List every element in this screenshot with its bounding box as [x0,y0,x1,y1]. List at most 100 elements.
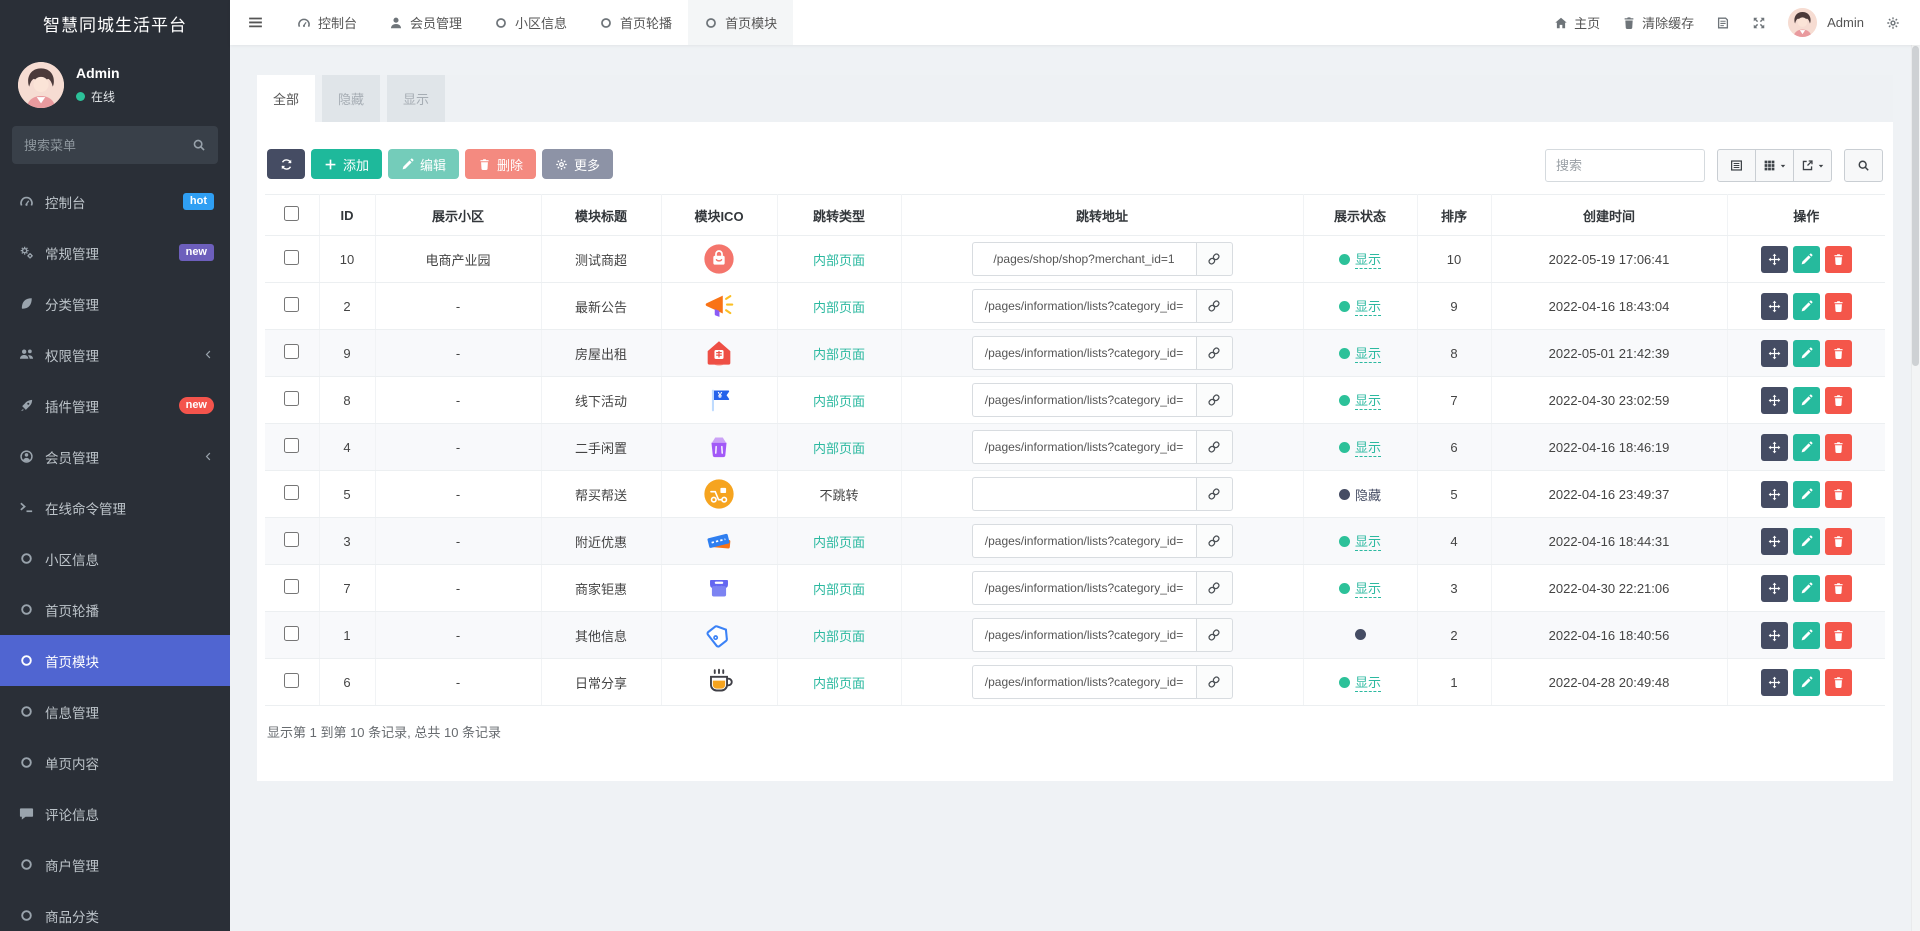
status-dot[interactable] [1354,628,1366,640]
sidebar-item-3[interactable]: 分类管理 [0,278,230,329]
jump-url-input[interactable] [971,665,1196,699]
link-button[interactable] [1195,336,1233,370]
sidebar-item-14[interactable]: 商户管理 [0,839,230,890]
status-label[interactable]: 显示 [1354,531,1381,551]
delete-row-button[interactable] [1824,245,1852,273]
status-label[interactable]: 显示 [1354,578,1381,598]
sidebar-item-15[interactable]: 商品分类 [0,890,230,931]
columns-button[interactable] [1755,149,1794,182]
home-link[interactable]: 主页 [1554,13,1600,32]
clear-cache-button[interactable]: 清除缓存 [1622,13,1694,32]
add-button[interactable]: 添加 [311,149,383,179]
status-label[interactable]: 显示 [1354,437,1381,457]
delete-row-button[interactable] [1824,339,1852,367]
status-label[interactable]: 显示 [1354,390,1381,410]
topbar-avatar[interactable] [1788,8,1818,37]
row-checkbox[interactable] [284,250,300,265]
fullscreen-button[interactable] [1752,16,1766,30]
row-checkbox[interactable] [284,297,300,312]
topbar-tab-5[interactable]: 首页模块 [688,0,794,45]
search-button[interactable] [1844,149,1883,182]
settings-gear-button[interactable] [1886,16,1900,30]
status-label[interactable]: 显示 [1354,296,1381,316]
export-button[interactable] [1793,149,1832,182]
drag-button[interactable] [1760,245,1788,273]
delete-row-button[interactable] [1824,621,1852,649]
jump-url-input[interactable] [971,618,1196,652]
edit-row-button[interactable] [1792,574,1820,602]
status-label[interactable]: 显示 [1354,343,1381,363]
row-checkbox[interactable] [284,626,300,641]
jump-url-input[interactable] [971,524,1196,558]
status-label[interactable]: 显示 [1354,249,1381,269]
jump-url-input[interactable] [971,383,1196,417]
jump-url-input[interactable] [971,430,1196,464]
sidebar-item-6[interactable]: 会员管理 [0,431,230,482]
jump-url-input[interactable] [971,336,1196,370]
search-icon[interactable] [192,138,206,152]
sidebar-item-11[interactable]: 信息管理 [0,686,230,737]
menu-toggle-button[interactable] [230,0,281,45]
topbar-tab-2[interactable]: 会员管理 [373,0,478,45]
scrollbar-thumb[interactable] [1912,46,1919,366]
row-checkbox[interactable] [284,344,300,359]
delete-row-button[interactable] [1824,668,1852,696]
sidebar-item-10[interactable]: 首页模块 [0,635,230,686]
sidebar-item-8[interactable]: 小区信息 [0,533,230,584]
sidebar-item-4[interactable]: 权限管理 [0,329,230,380]
document-button[interactable] [1716,16,1730,30]
sidebar-item-9[interactable]: 首页轮播 [0,584,230,635]
edit-row-button[interactable] [1792,480,1820,508]
drag-button[interactable] [1760,668,1788,696]
sidebar-item-12[interactable]: 单页内容 [0,737,230,788]
row-checkbox[interactable] [284,391,300,406]
link-button[interactable] [1195,242,1233,276]
sidebar-search-input[interactable] [24,137,192,153]
link-button[interactable] [1195,524,1233,558]
avatar[interactable] [18,62,64,108]
select-all-checkbox[interactable] [284,206,300,221]
detail-view-button[interactable] [1717,149,1756,182]
delete-row-button[interactable] [1824,292,1852,320]
scrollbar-track[interactable] [1911,0,1920,931]
delete-row-button[interactable] [1824,480,1852,508]
delete-row-button[interactable] [1824,386,1852,414]
link-button[interactable] [1195,665,1233,699]
edit-button[interactable]: 编辑 [388,149,460,179]
delete-row-button[interactable] [1824,574,1852,602]
drag-button[interactable] [1760,292,1788,320]
link-button[interactable] [1195,477,1233,511]
row-checkbox[interactable] [284,485,300,500]
delete-row-button[interactable] [1824,433,1852,461]
edit-row-button[interactable] [1792,433,1820,461]
delete-row-button[interactable] [1824,527,1852,555]
edit-row-button[interactable] [1792,339,1820,367]
jump-url-input[interactable] [971,289,1196,323]
link-button[interactable] [1195,289,1233,323]
row-checkbox[interactable] [284,532,300,547]
drag-button[interactable] [1760,386,1788,414]
jump-url-input[interactable] [971,242,1196,276]
sidebar-item-7[interactable]: 在线命令管理 [0,482,230,533]
row-checkbox[interactable] [284,673,300,688]
jump-url-input[interactable] [971,571,1196,605]
topbar-tab-4[interactable]: 首页轮播 [583,0,688,45]
sidebar-item-1[interactable]: 控制台 hot [0,176,230,227]
drag-button[interactable] [1760,480,1788,508]
table-search-input[interactable] [1545,149,1705,182]
filter-tab-1[interactable]: 全部 [257,75,315,122]
link-button[interactable] [1195,618,1233,652]
edit-row-button[interactable] [1792,386,1820,414]
sidebar-item-13[interactable]: 评论信息 [0,788,230,839]
topbar-tab-1[interactable]: 控制台 [281,0,373,45]
edit-row-button[interactable] [1792,292,1820,320]
drag-button[interactable] [1760,527,1788,555]
topbar-username[interactable]: Admin [1827,15,1864,30]
filter-tab-3[interactable]: 显示 [387,75,445,122]
edit-row-button[interactable] [1792,621,1820,649]
edit-row-button[interactable] [1792,668,1820,696]
edit-row-button[interactable] [1792,527,1820,555]
sidebar-item-5[interactable]: 插件管理 new [0,380,230,431]
jump-url-input[interactable] [971,477,1196,511]
row-checkbox[interactable] [284,579,300,594]
